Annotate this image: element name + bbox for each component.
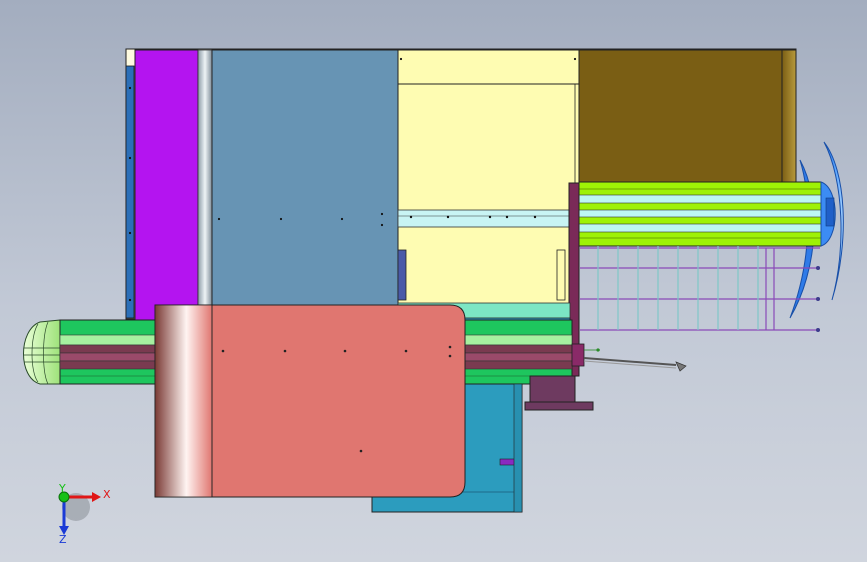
x-axis-label: X bbox=[103, 488, 111, 501]
actuator-rod[interactable] bbox=[571, 343, 687, 372]
salmon-door[interactable] bbox=[154, 304, 466, 498]
salmon-door-hinge-edge bbox=[154, 304, 213, 498]
y-axis-label: Y bbox=[58, 482, 66, 495]
purple-panel[interactable] bbox=[134, 49, 199, 321]
light-yellow-panel[interactable] bbox=[397, 49, 580, 309]
lime-coil[interactable] bbox=[578, 181, 836, 247]
vertical-cylinder[interactable] bbox=[197, 49, 213, 321]
z-axis-label: Z bbox=[59, 533, 67, 546]
yellow-panel-side-bracket-right bbox=[556, 249, 566, 301]
frame-left-blue-edge bbox=[125, 65, 135, 319]
yellow-panel-cyan-rail bbox=[397, 209, 580, 228]
coordinate-triad: X Y Z bbox=[58, 482, 111, 546]
steel-blue-panel[interactable] bbox=[211, 49, 399, 309]
yellow-panel-side-bracket-left bbox=[397, 249, 407, 301]
olive-box-edge bbox=[781, 49, 797, 184]
cad-viewport[interactable]: X Y Z bbox=[0, 0, 867, 562]
olive-box[interactable] bbox=[578, 49, 783, 184]
cad-model-drawing[interactable]: X Y Z bbox=[0, 0, 867, 562]
plum-base-plate[interactable] bbox=[524, 375, 594, 411]
heat-exchanger-cage[interactable] bbox=[580, 246, 820, 332]
